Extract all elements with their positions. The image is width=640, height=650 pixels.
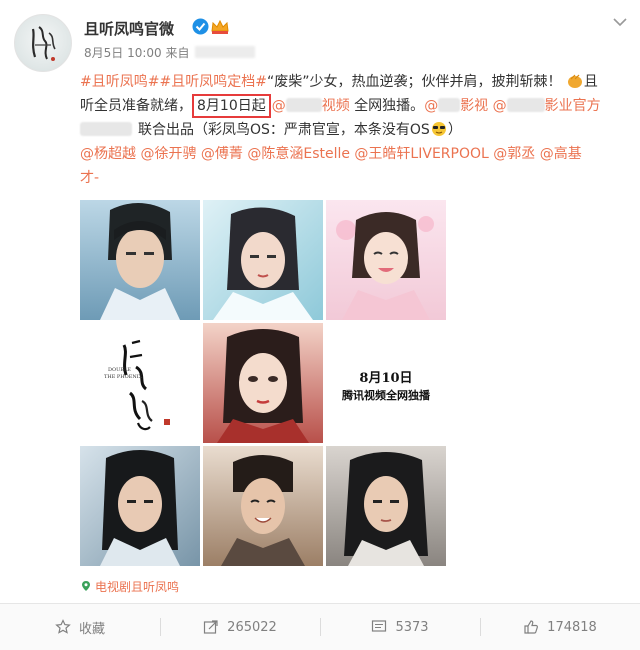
hashtag-link[interactable]: #且听凤鸣定档# [159, 74, 266, 90]
chevron-down-icon[interactable] [612, 16, 628, 28]
character-portrait-image [326, 446, 446, 566]
post-date[interactable]: 8月5日 10:00 [84, 46, 162, 60]
character-portrait-image [80, 200, 200, 320]
like-button[interactable]: 174818 [480, 604, 640, 650]
blurred-name [506, 98, 545, 112]
author-name[interactable]: 且听凤鸣官微 [84, 18, 174, 39]
mention-link[interactable]: @ 视频 [272, 98, 350, 114]
blurred-name [285, 98, 322, 112]
text-span: 听全员准备就绪， [80, 98, 192, 114]
sunglasses-emoji-icon [431, 122, 446, 136]
hashtag-link[interactable]: #且听凤鸣# [80, 74, 159, 90]
text-span: 联合出品（彩凤鸟OS：严肃官宣，本条没有OS [138, 122, 430, 138]
blurred-name [438, 98, 461, 112]
location-link[interactable]: 电视剧且听凤鸣 [80, 578, 179, 595]
character-portrait-image [203, 446, 323, 566]
mention-tail: 视频 [321, 98, 350, 114]
action-bar: 收藏 265022 5373 174818 [0, 603, 640, 650]
source-prefix: 来自 [165, 46, 190, 60]
character-portrait-image [203, 200, 323, 320]
image-grid: DOUBLE THE PHOENIX 8月10日 腾讯视频全网独播 [80, 200, 446, 566]
calligraphy-logo-icon [31, 26, 56, 61]
text-span: ） [447, 122, 462, 138]
favorite-button[interactable]: 收藏 [0, 604, 160, 650]
weibo-post-card: 且听凤鸣官微 8月5日 10:00 来自 #且听凤鸣##且听凤鸣定档#“废柴”少… [0, 0, 640, 650]
author-avatar[interactable] [14, 14, 72, 72]
text-span: 且 [583, 74, 598, 90]
poster-thumbnail[interactable] [203, 200, 323, 320]
thumbs-up-icon [524, 620, 539, 634]
poster-thumbnail[interactable] [203, 323, 323, 443]
show-logo-image: DOUBLE THE PHOENIX [80, 323, 200, 443]
post-text: #且听凤鸣##且听凤鸣定档#“废柴”少女，热血逆袭；伙伴并肩，披荆斩棘！ 且 听… [80, 70, 632, 190]
repost-count: 265022 [227, 619, 277, 635]
post-meta: 8月5日 10:00 来自 [84, 44, 256, 61]
location-label: 电视剧且听凤鸣 [95, 580, 180, 594]
like-count: 174818 [547, 619, 597, 635]
clap-emoji-icon [567, 74, 582, 88]
text-span: 全网独播。 [349, 98, 425, 114]
vip-crown-icon [211, 19, 229, 34]
highlighted-date-box: 8月10日起 [192, 94, 271, 118]
logo-small-text: DOUBLE [108, 367, 131, 373]
star-icon [55, 619, 71, 634]
text-span: “废柴”少女，热血逆袭；伙伴并肩，披荆斩棘！ [266, 74, 562, 90]
poster-date-text: 8月10日 [359, 371, 413, 386]
poster-thumbnail[interactable] [80, 200, 200, 320]
mention-link[interactable]: @ 影视 [424, 98, 488, 114]
character-portrait-image [326, 200, 446, 320]
blurred-source [195, 46, 256, 58]
poster-thumbnail[interactable] [326, 446, 446, 566]
mention-list[interactable]: 才- [80, 170, 99, 186]
logo-small-text: THE PHOENIX [104, 374, 143, 380]
poster-thumbnail[interactable] [80, 446, 200, 566]
favorite-label: 收藏 [78, 621, 105, 637]
poster-thumbnail[interactable]: 8月10日 腾讯视频全网独播 [326, 323, 446, 443]
location-pin-icon [82, 581, 90, 591]
poster-thumbnail[interactable] [326, 200, 446, 320]
mention-tail: 影视 [460, 98, 489, 114]
character-portrait-image [203, 323, 323, 443]
comment-icon [372, 620, 387, 632]
blurred-name [80, 122, 132, 136]
verified-badge-icon [192, 18, 209, 35]
mention-at: @ [424, 98, 439, 114]
mention-at: @ [492, 98, 507, 114]
share-icon [204, 620, 218, 634]
character-portrait-image [80, 446, 200, 566]
poster-subtitle-text: 腾讯视频全网独播 [342, 389, 430, 402]
repost-button[interactable]: 265022 [160, 604, 320, 650]
mention-at: @ [271, 98, 286, 114]
mention-list[interactable]: @杨超越 @徐开骋 @傅菁 @陈意涵Estelle @王皓轩LIVERPOOL … [80, 146, 582, 162]
mention-link[interactable]: @ 影业官方 [493, 98, 601, 114]
comment-count: 5373 [395, 619, 429, 635]
comment-button[interactable]: 5373 [320, 604, 480, 650]
poster-thumbnail[interactable] [203, 446, 323, 566]
poster-thumbnail[interactable]: DOUBLE THE PHOENIX [80, 323, 200, 443]
mention-tail: 影业官方 [544, 98, 601, 114]
